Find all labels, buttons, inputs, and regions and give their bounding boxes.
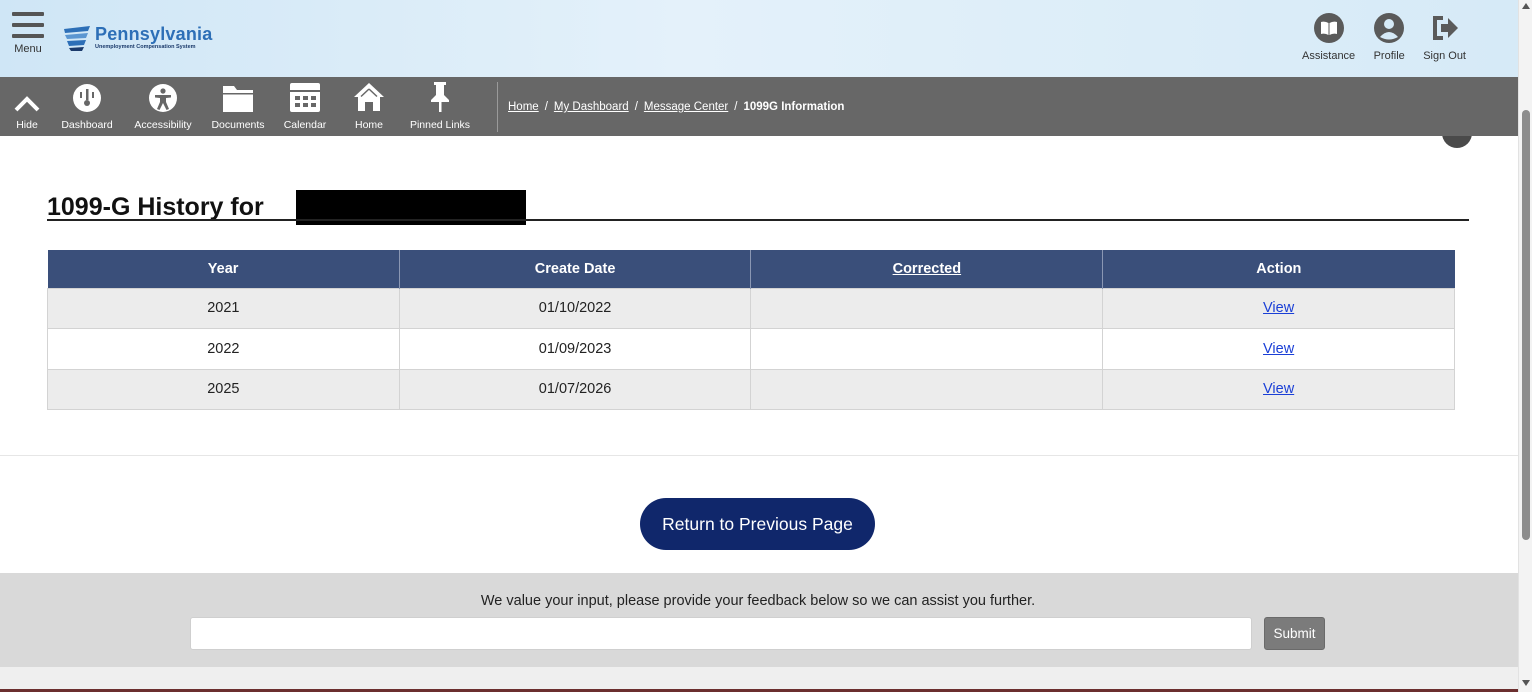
feedback-input[interactable] — [190, 617, 1252, 650]
history-table: Year Create Date Corrected Action 2021 0… — [47, 250, 1455, 410]
menu-button[interactable]: Menu — [10, 12, 46, 55]
cell-year: 2021 — [47, 287, 400, 329]
scroll-up-arrow-icon[interactable] — [1522, 3, 1530, 9]
scrollbar-thumb[interactable] — [1522, 110, 1530, 540]
sign-out-button[interactable]: Sign Out — [1423, 12, 1466, 62]
home-label: Home — [354, 119, 383, 131]
home-icon — [354, 83, 384, 111]
pinned-links-button[interactable]: Pinned Links — [404, 77, 476, 136]
folder-icon — [223, 86, 253, 112]
cell-create-date: 01/09/2023 — [398, 328, 752, 370]
breadcrumb-separator: / — [634, 101, 638, 113]
dashboard-button[interactable]: Dashboard — [56, 77, 118, 136]
dashboard-label: Dashboard — [61, 119, 113, 131]
column-header-corrected[interactable]: Corrected — [750, 250, 1104, 288]
feedback-prompt: We value your input, please provide your… — [480, 593, 1036, 609]
pinned-links-label: Pinned Links — [409, 119, 471, 131]
menu-label: Menu — [14, 43, 42, 55]
view-link[interactable]: View — [1263, 341, 1294, 357]
top-header: Menu Pennsylvania Unemployment Compensat… — [0, 0, 1518, 77]
breadcrumb-dashboard-link[interactable]: My Dashboard — [554, 101, 629, 113]
cell-corrected — [750, 287, 1104, 329]
view-link[interactable]: View — [1263, 381, 1294, 397]
header-actions: Assistance Profile Sign Out — [1302, 12, 1466, 62]
pin-icon — [431, 82, 449, 112]
return-to-previous-page-button[interactable]: Return to Previous Page — [640, 498, 875, 550]
sign-out-label: Sign Out — [1423, 50, 1466, 62]
table-row: 2021 01/10/2022 View — [47, 287, 1455, 329]
assistance-label: Assistance — [1301, 50, 1356, 62]
feedback-submit-button[interactable]: Submit — [1264, 617, 1325, 650]
dashboard-icon — [73, 84, 101, 112]
assistance-button[interactable]: Assistance — [1302, 12, 1355, 62]
table-row: 2022 01/09/2023 View — [47, 328, 1455, 370]
table-header-row: Year Create Date Corrected Action — [47, 250, 1455, 288]
view-link[interactable]: View — [1263, 300, 1294, 316]
cell-action: View — [1102, 328, 1455, 370]
breadcrumb-home-link[interactable]: Home — [508, 101, 539, 113]
accessibility-icon — [149, 84, 177, 112]
documents-label: Documents — [211, 119, 265, 131]
page-title: 1099-G History for — [47, 193, 264, 221]
corrected-sort-link[interactable]: Corrected — [893, 261, 962, 277]
hamburger-icon — [12, 12, 44, 16]
cell-create-date: 01/10/2022 — [398, 287, 752, 329]
cell-create-date: 01/07/2026 — [398, 368, 752, 410]
logo-title: Pennsylvania — [95, 24, 213, 45]
accessibility-button[interactable]: Accessibility — [128, 77, 198, 136]
hide-toolbar-button[interactable]: Hide — [10, 77, 44, 136]
profile-button[interactable]: Profile — [1373, 12, 1405, 62]
help-icon[interactable] — [1442, 136, 1472, 148]
documents-button[interactable]: Documents — [204, 77, 272, 136]
calendar-icon — [290, 83, 320, 112]
breadcrumb-message-center-link[interactable]: Message Center — [644, 101, 728, 113]
cell-corrected — [750, 368, 1104, 410]
cell-year: 2025 — [47, 368, 400, 410]
cell-corrected — [750, 328, 1104, 370]
calendar-button[interactable]: Calendar — [278, 77, 332, 136]
breadcrumb-current: 1099G Information — [743, 101, 845, 113]
table-row: 2025 01/07/2026 View — [47, 368, 1455, 410]
breadcrumb: Home / My Dashboard / Message Center / 1099G I… — [508, 101, 844, 113]
breadcrumb-separator: / — [544, 101, 548, 113]
logo-subtitle: Unemployment Compensation System — [95, 44, 196, 51]
home-button[interactable]: Home — [348, 77, 390, 136]
calendar-label: Calendar — [283, 119, 327, 131]
feedback-section: We value your input, please provide your… — [0, 573, 1518, 667]
chevron-up-icon — [14, 96, 40, 112]
hide-label: Hide — [16, 119, 38, 131]
hamburger-icon-bar — [12, 23, 44, 27]
cell-action: View — [1102, 287, 1455, 329]
breadcrumb-separator: / — [734, 101, 738, 113]
column-header-action: Action — [1102, 250, 1455, 288]
book-icon — [1313, 13, 1344, 43]
toolbar-separator — [497, 82, 498, 132]
section-divider — [0, 455, 1518, 456]
title-underline — [47, 219, 1469, 221]
scroll-down-arrow-icon[interactable] — [1522, 680, 1530, 686]
accessibility-label: Accessibility — [134, 119, 192, 131]
column-header-year: Year — [47, 250, 400, 288]
sign-out-icon — [1432, 16, 1458, 40]
column-header-create-date: Create Date — [399, 250, 752, 288]
pa-ucs-logo[interactable]: Pennsylvania Unemployment Compensation S… — [62, 20, 212, 56]
footer-strip — [0, 667, 1518, 689]
cell-year: 2022 — [47, 328, 400, 370]
user-icon — [1374, 13, 1405, 43]
profile-label: Profile — [1373, 50, 1405, 62]
cell-action: View — [1102, 368, 1455, 410]
keystone-logo-icon — [64, 26, 90, 51]
hamburger-icon-bar — [12, 34, 44, 38]
vertical-scrollbar[interactable] — [1518, 0, 1532, 692]
